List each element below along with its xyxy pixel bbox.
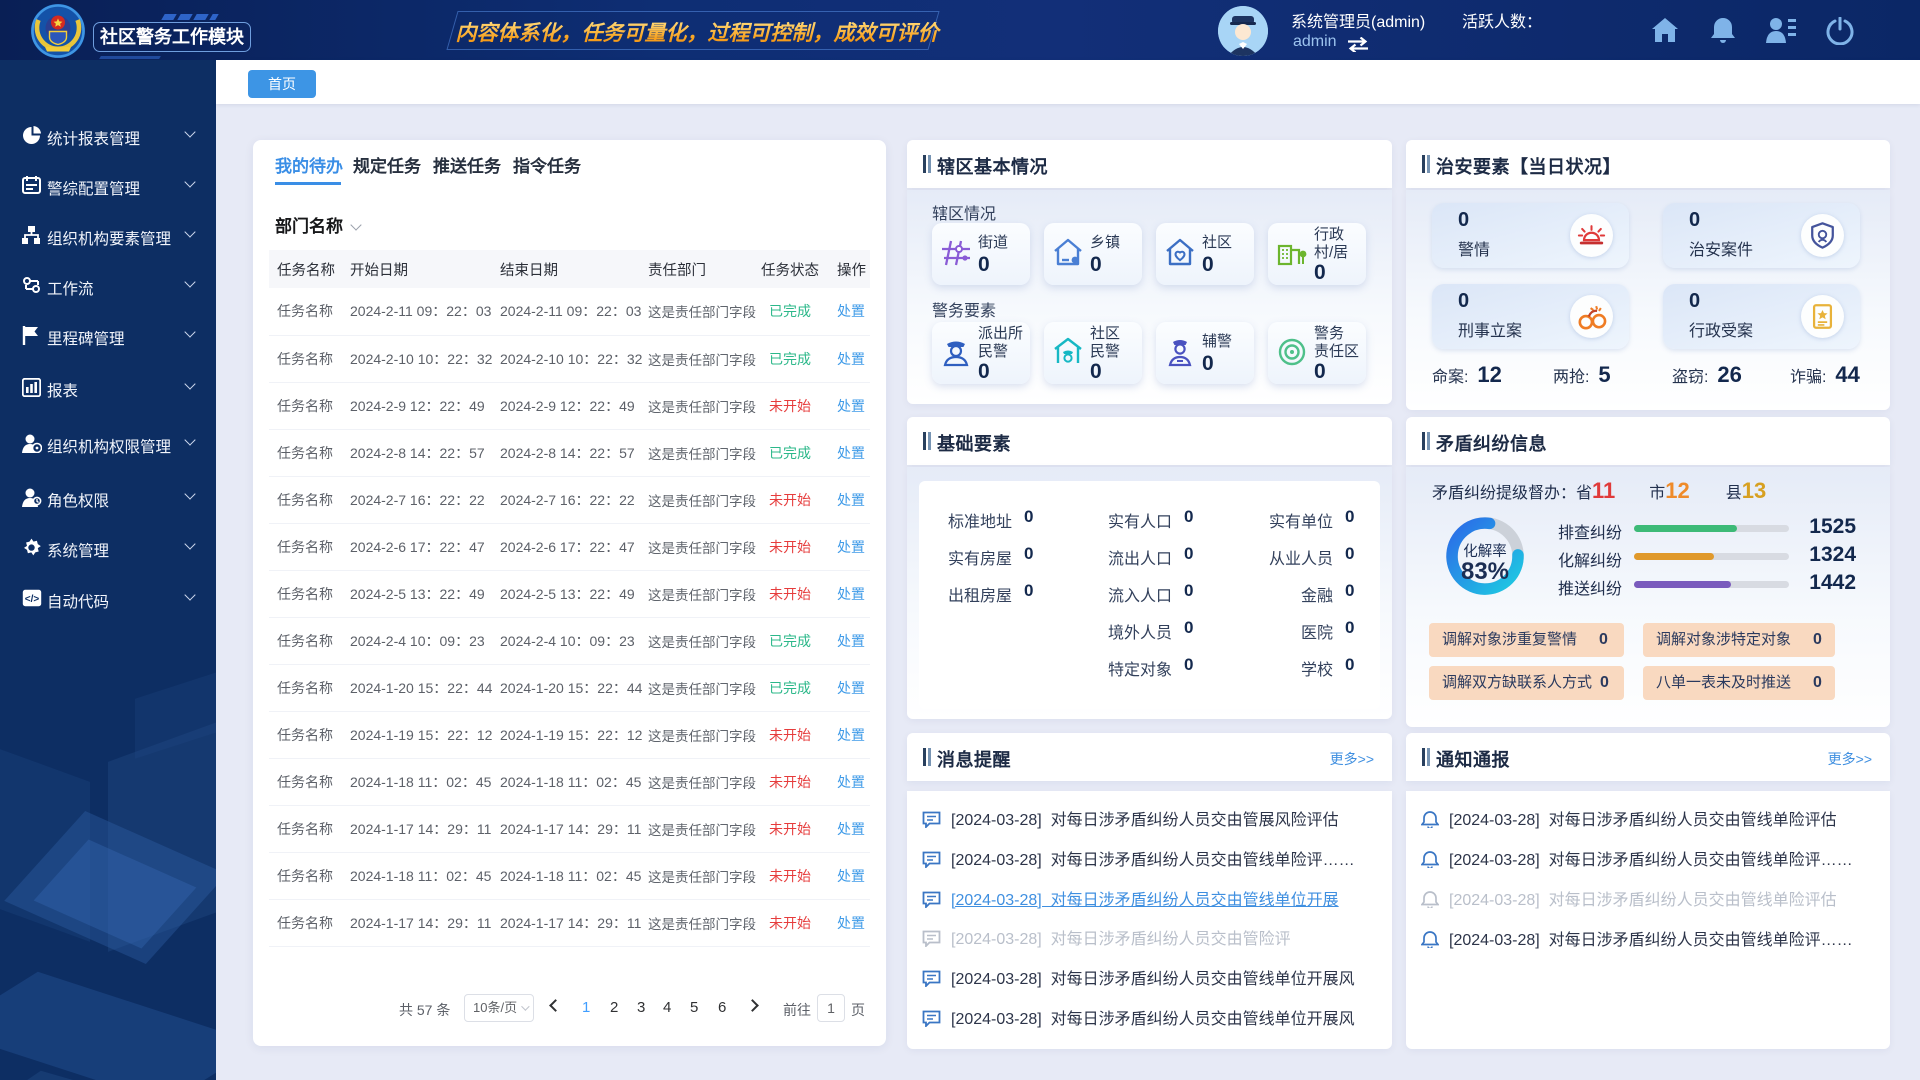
- svg-text:</>: </>: [25, 594, 40, 605]
- svg-text:83%: 83%: [1461, 558, 1509, 585]
